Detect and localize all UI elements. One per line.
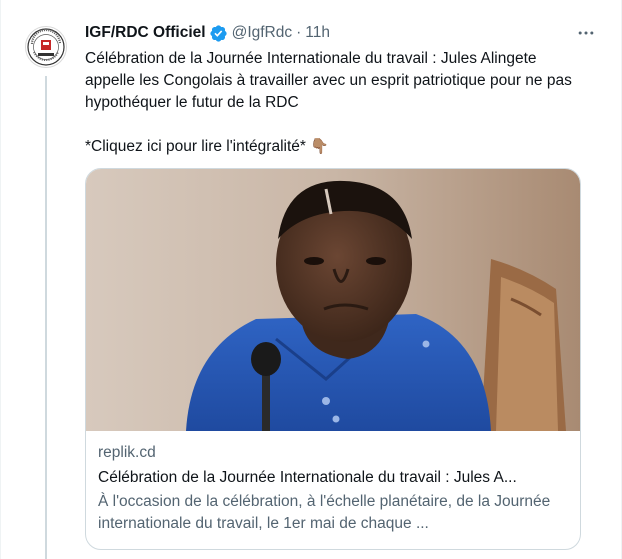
timestamp[interactable]: 11h (305, 24, 330, 42)
card-domain: replik.cd (98, 444, 156, 461)
more-options-button[interactable] (571, 22, 601, 44)
avatar[interactable] (25, 26, 67, 68)
card-description: À l'occasion de la célébration, à l'éche… (98, 493, 551, 532)
more-options-icon (578, 31, 594, 35)
card-photo-portrait (86, 169, 580, 431)
card-title[interactable]: Célébration de la Journée Internationale… (98, 467, 568, 488)
inspection-generale-des-finances-seal-icon (27, 28, 65, 66)
link-preview-card[interactable]: replik.cd Célébration de la Journée Inte… (85, 168, 581, 550)
tweet-main-text: Célébration de la Journée Internationale… (85, 50, 572, 111)
author-handle[interactable]: @IgfRdc (232, 24, 293, 42)
tweet-container[interactable]: IGF/RDC Officiel @IgfRdc · 11h Célébrati… (0, 0, 622, 559)
thread-connector-line (45, 76, 47, 559)
author-name[interactable]: IGF/RDC Officiel (85, 24, 206, 42)
verified-badge-icon (209, 24, 227, 42)
tweet-header: IGF/RDC Officiel @IgfRdc · 11h (85, 22, 601, 44)
tweet-text: Célébration de la Journée Internationale… (85, 48, 585, 158)
card-body[interactable]: replik.cd Célébration de la Journée Inte… (86, 431, 580, 535)
tweet-cta-text: *Cliquez ici pour lire l'intégralité* (85, 138, 306, 155)
tweet-cta-line: *Cliquez ici pour lire l'intégralité* 👇🏽 (85, 136, 585, 158)
pointing-down-emoji-icon: 👇🏽 (310, 138, 329, 155)
card-image[interactable] (86, 169, 580, 431)
separator-dot: · (296, 24, 302, 41)
